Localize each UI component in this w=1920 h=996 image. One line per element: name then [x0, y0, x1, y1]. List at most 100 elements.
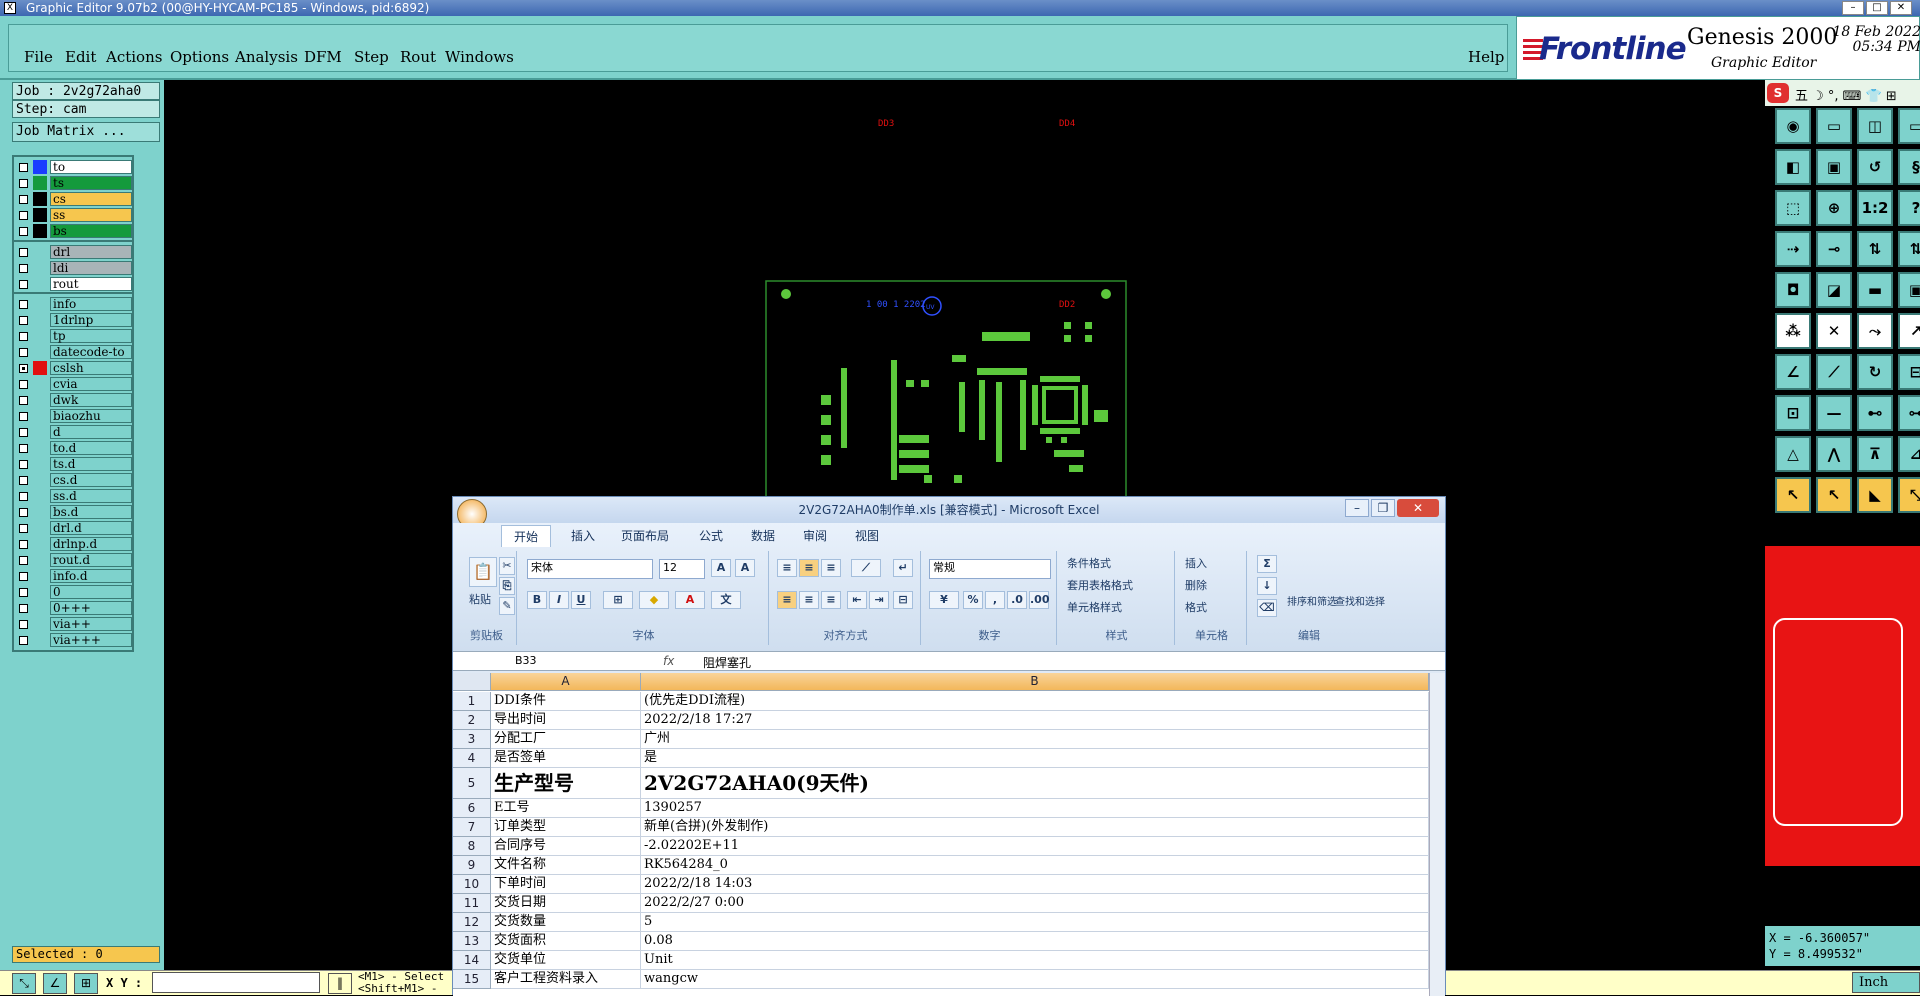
row-header[interactable]: 9 — [453, 856, 491, 875]
tool-rotate2-icon[interactable]: ↻ — [1857, 354, 1893, 390]
border-icon[interactable]: ⊞ — [603, 591, 633, 609]
layer-row[interactable]: ts — [14, 175, 132, 191]
copy-icon[interactable]: ⎘ — [499, 577, 515, 595]
cell-b[interactable]: -2.02202E+11 — [641, 837, 1429, 856]
layer-checkbox[interactable] — [19, 211, 28, 220]
layer-checkbox[interactable] — [19, 348, 28, 357]
layer-row[interactable]: rout.d — [14, 552, 132, 568]
menu-file[interactable]: File — [24, 48, 53, 66]
tool-slope-icon[interactable]: ⊿ — [1898, 436, 1920, 472]
tool-split-icon[interactable]: ⊟ — [1898, 354, 1920, 390]
layer-row[interactable]: rout — [14, 276, 132, 292]
layer-row[interactable]: cslsh — [14, 360, 132, 376]
tool-centre-icon[interactable]: ⊕ — [1816, 190, 1852, 226]
formula-input[interactable]: 阻焊塞孔 — [703, 654, 751, 671]
delete-cells-button[interactable]: 删除 — [1185, 577, 1207, 593]
layer-row[interactable]: tp — [14, 328, 132, 344]
cell-b[interactable]: wangcw — [641, 970, 1429, 989]
layer-checkbox[interactable] — [19, 248, 28, 257]
layer-checkbox[interactable] — [19, 524, 28, 533]
tool-net-icon[interactable]: ⁂ — [1775, 313, 1811, 349]
paste-icon[interactable]: 📋 — [469, 557, 497, 587]
layer-checkbox[interactable] — [19, 364, 28, 373]
menu-dfm[interactable]: DFM — [304, 48, 342, 66]
shrink-font-icon[interactable]: A — [735, 559, 755, 577]
layer-row[interactable]: biaozhu — [14, 408, 132, 424]
cell-b[interactable]: (优先走DDI流程) — [641, 692, 1429, 711]
tool-box-icon[interactable]: ▣ — [1898, 272, 1920, 308]
autosum-icon[interactable]: Σ — [1257, 555, 1277, 573]
format-cells-button[interactable]: 格式 — [1185, 599, 1207, 615]
layer-row[interactable]: 0+++ — [14, 600, 132, 616]
navigator-view[interactable] — [1765, 546, 1920, 866]
layer-checkbox[interactable] — [19, 264, 28, 273]
layer-row[interactable]: cs — [14, 191, 132, 207]
tool-shape-icon[interactable]: ◪ — [1816, 272, 1852, 308]
menu-options[interactable]: Options — [170, 48, 229, 66]
layer-checkbox[interactable] — [19, 604, 28, 613]
cell-a[interactable]: 交货数量 — [491, 913, 641, 932]
phonetic-icon[interactable]: 文 — [711, 591, 741, 609]
font-size-select[interactable]: 12 — [659, 559, 705, 579]
ribbon-tab-data[interactable]: 数据 — [751, 527, 775, 544]
layer-checkbox[interactable] — [19, 428, 28, 437]
layer-row[interactable]: info — [14, 296, 132, 312]
cell-a[interactable]: E工号 — [491, 799, 641, 818]
row-header[interactable]: 5 — [453, 768, 491, 799]
cell-b[interactable]: 是 — [641, 749, 1429, 768]
tool-resize-icon[interactable]: ▭ — [1898, 108, 1920, 144]
tool-cap-icon[interactable]: ⊼ — [1857, 436, 1893, 472]
cell-b[interactable]: RK564284_0 — [641, 856, 1429, 875]
layer-checkbox[interactable] — [19, 380, 28, 389]
ribbon-tab-insert[interactable]: 插入 — [571, 527, 595, 544]
cell-a[interactable]: 文件名称 — [491, 856, 641, 875]
layer-row[interactable]: cvia — [14, 376, 132, 392]
align-right-icon[interactable]: ≡ — [821, 591, 841, 609]
row-header[interactable]: 11 — [453, 894, 491, 913]
layer-row[interactable]: via++ — [14, 616, 132, 632]
layer-row[interactable]: drl — [14, 244, 132, 260]
align-left-icon[interactable]: ≡ — [777, 591, 797, 609]
menu-edit[interactable]: Edit — [65, 48, 96, 66]
tool-drill-icon[interactable]: ◘ — [1775, 272, 1811, 308]
tool-measure-icon[interactable]: ⇢ — [1775, 231, 1811, 267]
fill-color-icon[interactable]: ◆ — [639, 591, 669, 609]
menu-step[interactable]: Step — [354, 48, 389, 66]
grow-font-icon[interactable]: A — [711, 559, 731, 577]
layer-checkbox[interactable] — [19, 540, 28, 549]
conditional-format-button[interactable]: 条件格式 — [1067, 555, 1111, 571]
cell-a[interactable]: 是否签单 — [491, 749, 641, 768]
layer-checkbox[interactable] — [19, 620, 28, 629]
layer-row[interactable]: ts.d — [14, 456, 132, 472]
tool-rotate-icon[interactable]: ↺ — [1857, 149, 1893, 185]
layer-row[interactable]: d — [14, 424, 132, 440]
align-center-icon[interactable]: ≡ — [799, 591, 819, 609]
row-header[interactable]: 2 — [453, 711, 491, 730]
units-selector[interactable]: Inch — [1852, 972, 1920, 993]
cell-b[interactable]: 0.08 — [641, 932, 1429, 951]
maximize-button[interactable]: □ — [1866, 1, 1888, 15]
cell-b[interactable]: 2V2G72AHA0(9天件) — [641, 768, 1429, 799]
decrease-indent-icon[interactable]: ⇤ — [847, 591, 867, 609]
layer-checkbox[interactable] — [19, 460, 28, 469]
zoom-box-icon[interactable]: ⤡ — [12, 973, 36, 994]
cell-b[interactable]: 1390257 — [641, 799, 1429, 818]
tool-diag-icon[interactable]: ⤡ — [1898, 477, 1920, 513]
layer-checkbox[interactable] — [19, 163, 28, 172]
cell-a[interactable]: 分配工厂 — [491, 730, 641, 749]
ribbon-tab-review[interactable]: 审阅 — [803, 527, 827, 544]
cell-a[interactable]: 交货单位 — [491, 951, 641, 970]
layer-checkbox[interactable] — [19, 179, 28, 188]
layer-checkbox[interactable] — [19, 195, 28, 204]
layer-row[interactable]: to — [14, 159, 132, 175]
close-button[interactable]: ✕ — [1890, 1, 1912, 15]
ime-text[interactable]: 五 ☽ °, ⌨ 👕 ⊞ — [1795, 85, 1897, 104]
layer-row[interactable]: ss — [14, 207, 132, 223]
layer-row[interactable]: to.d — [14, 440, 132, 456]
increase-indent-icon[interactable]: ⇥ — [869, 591, 889, 609]
cell-a[interactable]: DDI条件 — [491, 692, 641, 711]
tool-fit-icon[interactable]: ⬚ — [1775, 190, 1811, 226]
number-format-select[interactable]: 常规 — [929, 559, 1051, 579]
layer-checkbox[interactable] — [19, 300, 28, 309]
row-header[interactable]: 6 — [453, 799, 491, 818]
